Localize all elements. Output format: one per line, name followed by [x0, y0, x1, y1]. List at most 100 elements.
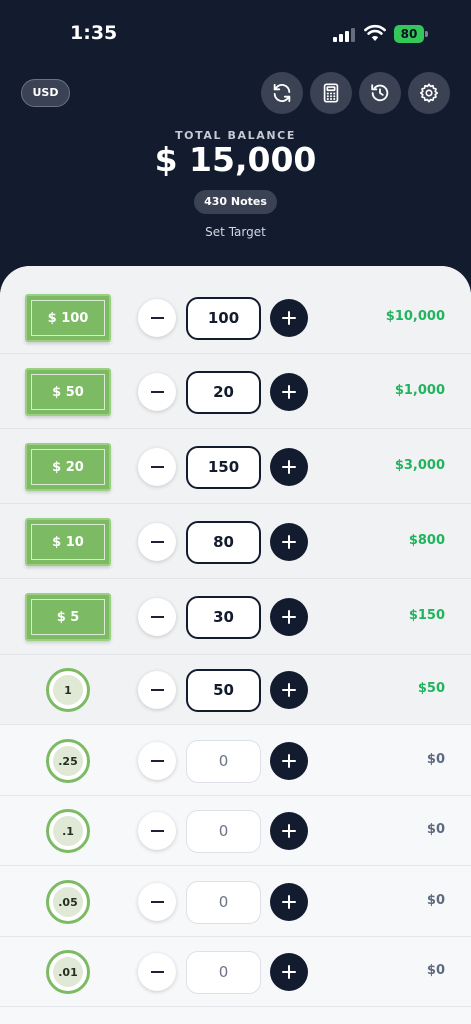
decrement-button[interactable]	[138, 448, 176, 486]
plus-icon	[282, 311, 296, 325]
coin-icon: .01	[46, 950, 90, 994]
row-total: $3,000	[394, 458, 445, 473]
decrement-button[interactable]	[138, 523, 176, 561]
row-total: $0	[426, 752, 445, 767]
denomination-row: $ 20 150 $3,000	[0, 429, 471, 504]
plus-icon	[282, 754, 296, 768]
minus-icon	[150, 971, 164, 973]
denomination-label: .05	[53, 887, 83, 917]
denomination-row: 1 50 $50	[0, 655, 471, 725]
minus-icon	[150, 830, 164, 832]
decrement-button[interactable]	[138, 812, 176, 850]
quantity-input[interactable]: 150	[186, 446, 261, 489]
battery-tip	[425, 31, 428, 37]
calculator-button[interactable]	[310, 72, 352, 114]
calculator-icon	[323, 83, 339, 103]
increment-button[interactable]	[270, 812, 308, 850]
denomination-row: .01 0 $0	[0, 937, 471, 1007]
row-total: $50	[417, 681, 445, 696]
settings-button[interactable]	[408, 72, 450, 114]
minus-icon	[150, 689, 164, 691]
bill-icon: $ 10	[25, 518, 111, 566]
increment-button[interactable]	[270, 448, 308, 486]
denomination-row: .05 0 $0	[0, 866, 471, 937]
plus-icon	[282, 895, 296, 909]
plus-icon	[282, 824, 296, 838]
increment-button[interactable]	[270, 598, 308, 636]
increment-button[interactable]	[270, 523, 308, 561]
quantity-input[interactable]: 0	[186, 810, 261, 853]
denomination-label: $ 10	[31, 524, 105, 560]
row-total: $0	[426, 963, 445, 978]
denomination-row: $ 5 30 $150	[0, 579, 471, 655]
minus-icon	[150, 541, 164, 543]
bill-icon: $ 20	[25, 443, 111, 491]
denomination-label: 1	[53, 675, 83, 705]
coin-icon: .1	[46, 809, 90, 853]
quantity-input[interactable]: 50	[186, 669, 261, 712]
decrement-button[interactable]	[138, 299, 176, 337]
history-button[interactable]	[359, 72, 401, 114]
row-total: $1,000	[394, 383, 445, 398]
minus-icon	[150, 391, 164, 393]
wifi-icon	[364, 24, 386, 41]
decrement-button[interactable]	[138, 742, 176, 780]
bill-icon: $ 50	[25, 368, 111, 416]
quantity-input[interactable]: 0	[186, 951, 261, 994]
status-bar: 1:35 80	[0, 0, 471, 60]
refresh-icon	[273, 83, 291, 103]
status-time: 1:35	[70, 22, 118, 44]
denomination-row: .25 0 $0	[0, 725, 471, 796]
increment-button[interactable]	[270, 742, 308, 780]
row-total: $0	[426, 893, 445, 908]
minus-icon	[150, 901, 164, 903]
denomination-label: .1	[53, 816, 83, 846]
coin-icon: 1	[46, 668, 90, 712]
denomination-label: $ 50	[31, 374, 105, 410]
refresh-button[interactable]	[261, 72, 303, 114]
coin-icon: .25	[46, 739, 90, 783]
history-icon	[371, 84, 389, 102]
plus-icon	[282, 385, 296, 399]
denomination-label: .01	[53, 957, 83, 987]
header: 1:35 80 USD TOTAL BALANCE $ 15,000 430 N…	[0, 0, 471, 300]
increment-button[interactable]	[270, 299, 308, 337]
increment-button[interactable]	[270, 373, 308, 411]
quantity-input[interactable]: 20	[186, 371, 261, 414]
row-total: $150	[408, 608, 445, 623]
quantity-input[interactable]: 0	[186, 740, 261, 783]
decrement-button[interactable]	[138, 373, 176, 411]
cellular-signal-icon	[333, 28, 355, 42]
minus-icon	[150, 317, 164, 319]
decrement-button[interactable]	[138, 953, 176, 991]
denomination-label: $ 5	[31, 599, 105, 635]
quantity-input[interactable]: 30	[186, 596, 261, 639]
quantity-input[interactable]: 80	[186, 521, 261, 564]
row-total: $0	[426, 822, 445, 837]
notes-count-badge: 430 Notes	[194, 190, 277, 214]
minus-icon	[150, 616, 164, 618]
plus-icon	[282, 683, 296, 697]
quantity-input[interactable]: 0	[186, 881, 261, 924]
increment-button[interactable]	[270, 953, 308, 991]
currency-selector[interactable]: USD	[21, 79, 70, 107]
bill-icon: $ 5	[25, 593, 111, 641]
denomination-label: $ 100	[31, 300, 105, 336]
quantity-input[interactable]: 100	[186, 297, 261, 340]
bill-icon: $ 100	[25, 294, 111, 342]
row-total: $10,000	[385, 309, 445, 324]
increment-button[interactable]	[270, 883, 308, 921]
increment-button[interactable]	[270, 671, 308, 709]
set-target-link[interactable]: Set Target	[0, 225, 471, 239]
minus-icon	[150, 466, 164, 468]
row-total: $800	[408, 533, 445, 548]
decrement-button[interactable]	[138, 883, 176, 921]
denominations-list: $ 100 100 $10,000 $ 50 20 $1,000 $ 20 150 $…	[0, 266, 471, 1024]
denomination-label: .25	[53, 746, 83, 776]
plus-icon	[282, 610, 296, 624]
plus-icon	[282, 965, 296, 979]
decrement-button[interactable]	[138, 598, 176, 636]
coin-icon: .05	[46, 880, 90, 924]
decrement-button[interactable]	[138, 671, 176, 709]
total-balance-amount: $ 15,000	[154, 140, 317, 179]
